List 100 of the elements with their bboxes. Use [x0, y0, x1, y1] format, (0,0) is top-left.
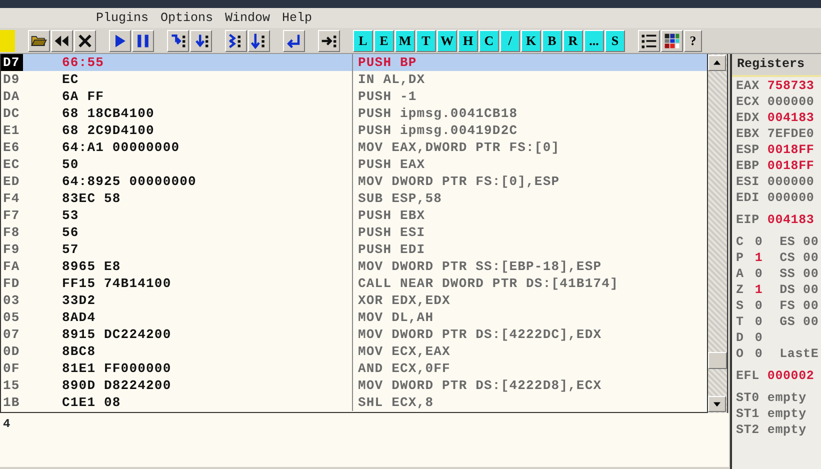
register-value: 000000 [767, 94, 814, 110]
toolbar-button[interactable] [661, 30, 683, 52]
code-row[interactable]: FD FF15 74B14100 CALL NEAR DWORD PTR DS:[41B174] [1, 275, 707, 292]
toolbar-button[interactable] [132, 30, 154, 52]
code-row[interactable]: F9 57 PUSH EDI [1, 241, 707, 258]
menu-item[interactable]: Plugins [90, 8, 155, 28]
instruction-cell-text: PUSH -1 [357, 88, 417, 105]
code-row[interactable]: FA 8965 E8 MOV DWORD PTR SS:[EBP-18],ESP [1, 258, 707, 275]
menu-item[interactable]: Window [219, 8, 276, 28]
code-row[interactable]: DA 6A FF PUSH -1 [1, 88, 707, 105]
code-row[interactable]: 0D 8BC8 MOV ECX,EAX [1, 343, 707, 360]
register-name: EAX [736, 78, 760, 94]
hex-cell: FF15 74B14100 [23, 275, 353, 292]
toolbar-button[interactable]: H [458, 30, 478, 52]
register-value: 1 [754, 250, 763, 266]
toolbar-button[interactable] [190, 30, 212, 52]
address-cell-text: 05 [2, 309, 21, 326]
instruction-cell-text: PUSH BP [357, 54, 417, 71]
address-cell-text: 0F [2, 360, 21, 377]
register-value: 0 [754, 298, 763, 314]
register-name: ST0 [736, 390, 760, 406]
hex-cell: C1E1 08 [23, 394, 353, 411]
toolbar-button[interactable]: R [563, 30, 583, 52]
hex-cell: 56 [23, 224, 353, 241]
instruction-cell-text: MOV EAX,DWORD PTR FS:[0] [357, 139, 560, 156]
instruction-cell-text: PUSH EAX [357, 156, 426, 173]
register-value: 0 [754, 314, 763, 330]
code-row[interactable]: ED 64:8925 00000000 MOV DWORD PTR FS:[0],ESP [1, 173, 707, 190]
register-value: 0 [754, 234, 763, 250]
code-row[interactable]: E6 64:A1 00000000 MOV EAX,DWORD PTR FS:[0] [1, 139, 707, 156]
address-cell-text: F7 [2, 207, 21, 224]
toolbar-button[interactable] [109, 30, 131, 52]
register-name: ST1 [736, 406, 760, 422]
register-value: 000000 [767, 174, 814, 190]
scroll-up-icon[interactable] [708, 55, 726, 71]
code-row[interactable]: 03 33D2 XOR EDX,EDX [1, 292, 707, 309]
toolbar-button[interactable]: B [542, 30, 562, 52]
code-row[interactable]: EC 50 PUSH EAX [1, 156, 707, 173]
register-name: P [736, 250, 744, 266]
toolbar-button[interactable]: T [416, 30, 436, 52]
code-row[interactable]: D9 EC IN AL,DX [1, 71, 707, 88]
instruction-cell-text: SUB ESP,58 [357, 190, 442, 207]
segment-register: CS 00 [780, 250, 819, 266]
register-value: 758733 [767, 78, 814, 94]
instruction-cell-text: MOV DWORD PTR SS:[EBP-18],ESP [357, 258, 602, 275]
toolbar-button[interactable]: M [395, 30, 415, 52]
register-value: 000002 [767, 368, 814, 384]
toolbar-button[interactable]: / [500, 30, 520, 52]
toolbar-button[interactable] [167, 30, 189, 52]
toolbar-button[interactable]: E [374, 30, 394, 52]
menu-item[interactable]: Help [276, 8, 318, 28]
toolbar-button[interactable]: W [437, 30, 457, 52]
toolbar-button[interactable]: L [353, 30, 373, 52]
register-name: ESI [736, 174, 760, 190]
toolbar-button[interactable] [283, 30, 305, 52]
register-name: EIP [736, 212, 760, 228]
hex-cell: 68 18CB4100 [23, 105, 353, 122]
code-row[interactable]: F8 56 PUSH ESI [1, 224, 707, 241]
toolbar-button[interactable] [51, 30, 73, 52]
toolbar-button[interactable] [248, 30, 270, 52]
menu-item[interactable]: Options [154, 8, 220, 28]
segment-register: DS 00 [780, 282, 819, 298]
instruction-cell-text: XOR EDX,EDX [357, 292, 450, 309]
toolbar-button[interactable] [28, 30, 50, 52]
list-icon [640, 32, 658, 50]
code-row[interactable]: 1B C1E1 08 SHL ECX,8 [1, 394, 707, 411]
toolbar-button[interactable]: S [605, 30, 625, 52]
code-row[interactable]: 15 890D D8224200 MOV DWORD PTR DS:[4222D8],ECX [1, 377, 707, 394]
register-name: EBP [736, 158, 760, 174]
address-cell-text: F8 [2, 224, 21, 241]
help-button[interactable]: ? [684, 30, 702, 52]
toolbar-button[interactable]: C [479, 30, 499, 52]
code-row[interactable]: F7 53 PUSH EBX [1, 207, 707, 224]
code-row[interactable]: E1 68 2C9D4100 PUSH ipmsg.00419D2C [1, 122, 707, 139]
hex-cell: 8965 E8 [23, 258, 353, 275]
code-row[interactable]: DC 68 18CB4100 PUSH ipmsg.0041CB18 [1, 105, 707, 122]
instruction-cell-text: MOV DWORD PTR DS:[4222DC],EDX [357, 326, 602, 343]
toolbar-button[interactable] [74, 30, 96, 52]
hex-cell: 8BC8 [23, 343, 353, 360]
toolbar-button[interactable]: K [521, 30, 541, 52]
hex-cell: 83EC 58 [23, 190, 353, 207]
register-value: 004183 [767, 110, 814, 126]
code-row[interactable]: 0F 81E1 FF000000 AND ECX,0FF [1, 360, 707, 377]
code-row[interactable]: 05 8AD4 MOV DL,AH [1, 309, 707, 326]
scroll-thumb[interactable] [708, 352, 727, 369]
address-cell-text: F4 [2, 190, 21, 207]
code-row[interactable]: 07 8915 DC224200 MOV DWORD PTR DS:[4222DC],EDX [1, 326, 707, 343]
segment-register: LastE [780, 346, 819, 362]
instruction-cell-text: MOV DWORD PTR DS:[4222D8],ECX [357, 377, 602, 394]
instruction-cell-text: MOV DL,AH [357, 309, 434, 326]
toolbar-button[interactable] [638, 30, 660, 52]
code-row[interactable]: F4 83EC 58 SUB ESP,58 [1, 190, 707, 207]
toolbar-button[interactable] [318, 30, 340, 52]
toolbar-button[interactable] [225, 30, 247, 52]
toolbar-button[interactable]: ... [584, 30, 604, 52]
address-cell-text: E6 [2, 139, 21, 156]
code-row[interactable]: D7 66:55 PUSH BP [1, 54, 707, 71]
register-value: 7EFDE0 [767, 126, 814, 142]
scroll-down-icon[interactable] [708, 396, 726, 412]
register-name: EFL [736, 368, 760, 384]
